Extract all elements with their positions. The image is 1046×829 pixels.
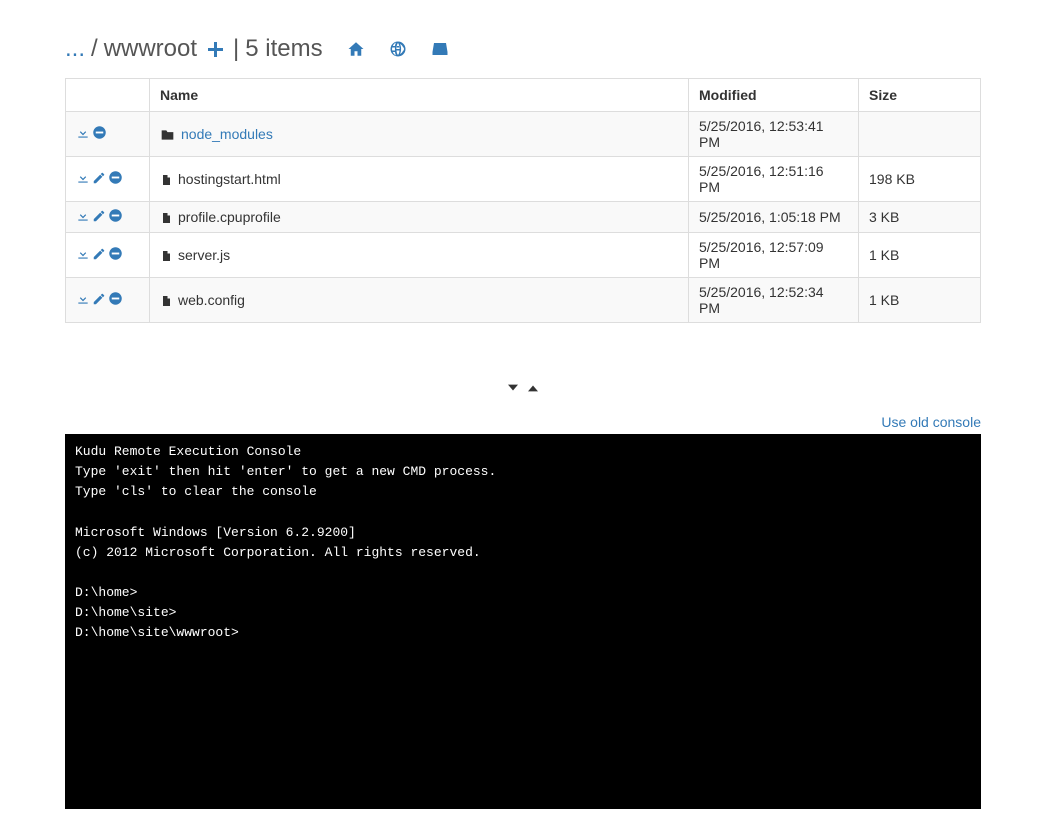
row-name-cell: profile.cpuprofile bbox=[150, 202, 689, 233]
row-size: 1 KB bbox=[859, 233, 981, 278]
row-size: 3 KB bbox=[859, 202, 981, 233]
delete-icon[interactable] bbox=[108, 208, 123, 223]
file-icon bbox=[160, 249, 172, 263]
delete-icon[interactable] bbox=[92, 125, 107, 140]
row-size: 198 KB bbox=[859, 157, 981, 202]
row-modified: 5/25/2016, 12:57:09 PM bbox=[689, 233, 859, 278]
file-name: profile.cpuprofile bbox=[178, 209, 281, 225]
col-size: Size bbox=[859, 79, 981, 112]
folder-link[interactable]: node_modules bbox=[181, 126, 273, 142]
edit-icon[interactable] bbox=[92, 247, 106, 261]
edit-icon[interactable] bbox=[92, 171, 106, 185]
globe-icon[interactable] bbox=[389, 40, 407, 58]
col-name: Name bbox=[150, 79, 689, 112]
row-modified: 5/25/2016, 1:05:18 PM bbox=[689, 202, 859, 233]
download-icon[interactable] bbox=[76, 292, 90, 306]
download-icon[interactable] bbox=[76, 247, 90, 261]
download-icon[interactable] bbox=[76, 171, 90, 185]
edit-icon[interactable] bbox=[92, 209, 106, 223]
row-actions bbox=[66, 278, 150, 323]
download-icon[interactable] bbox=[76, 209, 90, 223]
file-name: hostingstart.html bbox=[178, 171, 281, 187]
folder-icon bbox=[160, 128, 175, 142]
disk-icon[interactable] bbox=[431, 40, 449, 58]
row-name-cell: hostingstart.html bbox=[150, 157, 689, 202]
row-actions bbox=[66, 157, 150, 202]
add-icon[interactable] bbox=[203, 39, 227, 59]
row-name-cell: web.config bbox=[150, 278, 689, 323]
console-output[interactable]: Kudu Remote Execution Console Type 'exit… bbox=[65, 434, 981, 809]
row-name-cell: node_modules bbox=[150, 112, 689, 157]
file-icon bbox=[160, 294, 172, 308]
file-icon bbox=[160, 173, 172, 187]
file-icon bbox=[160, 211, 172, 225]
use-old-console-link[interactable]: Use old console bbox=[65, 414, 981, 430]
download-icon[interactable] bbox=[76, 126, 90, 140]
delete-icon[interactable] bbox=[108, 170, 123, 185]
col-modified: Modified bbox=[689, 79, 859, 112]
row-modified: 5/25/2016, 12:52:34 PM bbox=[689, 278, 859, 323]
delete-icon[interactable] bbox=[108, 246, 123, 261]
breadcrumb-current: wwwroot bbox=[104, 35, 197, 63]
table-row: profile.cpuprofile 5/25/2016, 1:05:18 PM3… bbox=[66, 202, 981, 233]
row-size: 1 KB bbox=[859, 278, 981, 323]
home-icon[interactable] bbox=[347, 40, 365, 58]
edit-icon[interactable] bbox=[92, 292, 106, 306]
breadcrumb-separator: / bbox=[91, 35, 98, 63]
file-name: server.js bbox=[178, 247, 230, 263]
file-name: web.config bbox=[178, 292, 245, 308]
table-row: server.js 5/25/2016, 12:57:09 PM1 KB bbox=[66, 233, 981, 278]
row-modified: 5/25/2016, 12:51:16 PM bbox=[689, 157, 859, 202]
breadcrumb-pipe: | bbox=[233, 35, 239, 63]
chevron-down-icon bbox=[503, 378, 523, 398]
resize-handle[interactable] bbox=[65, 378, 981, 404]
row-actions bbox=[66, 112, 150, 157]
row-actions bbox=[66, 233, 150, 278]
item-count: 5 items bbox=[245, 35, 322, 63]
table-row: web.config 5/25/2016, 12:52:34 PM1 KB bbox=[66, 278, 981, 323]
breadcrumb: ... / wwwroot | 5 items bbox=[65, 35, 981, 63]
row-size bbox=[859, 112, 981, 157]
delete-icon[interactable] bbox=[108, 291, 123, 306]
chevron-up-icon bbox=[523, 378, 543, 398]
row-name-cell: server.js bbox=[150, 233, 689, 278]
row-modified: 5/25/2016, 12:53:41 PM bbox=[689, 112, 859, 157]
col-actions bbox=[66, 79, 150, 112]
table-row: node_modules 5/25/2016, 12:53:41 PM bbox=[66, 112, 981, 157]
row-actions bbox=[66, 202, 150, 233]
table-row: hostingstart.html 5/25/2016, 12:51:16 PM1… bbox=[66, 157, 981, 202]
file-table: Name Modified Size node_modules 5/25/2016… bbox=[65, 78, 981, 323]
breadcrumb-parent-link[interactable]: ... bbox=[65, 35, 85, 63]
